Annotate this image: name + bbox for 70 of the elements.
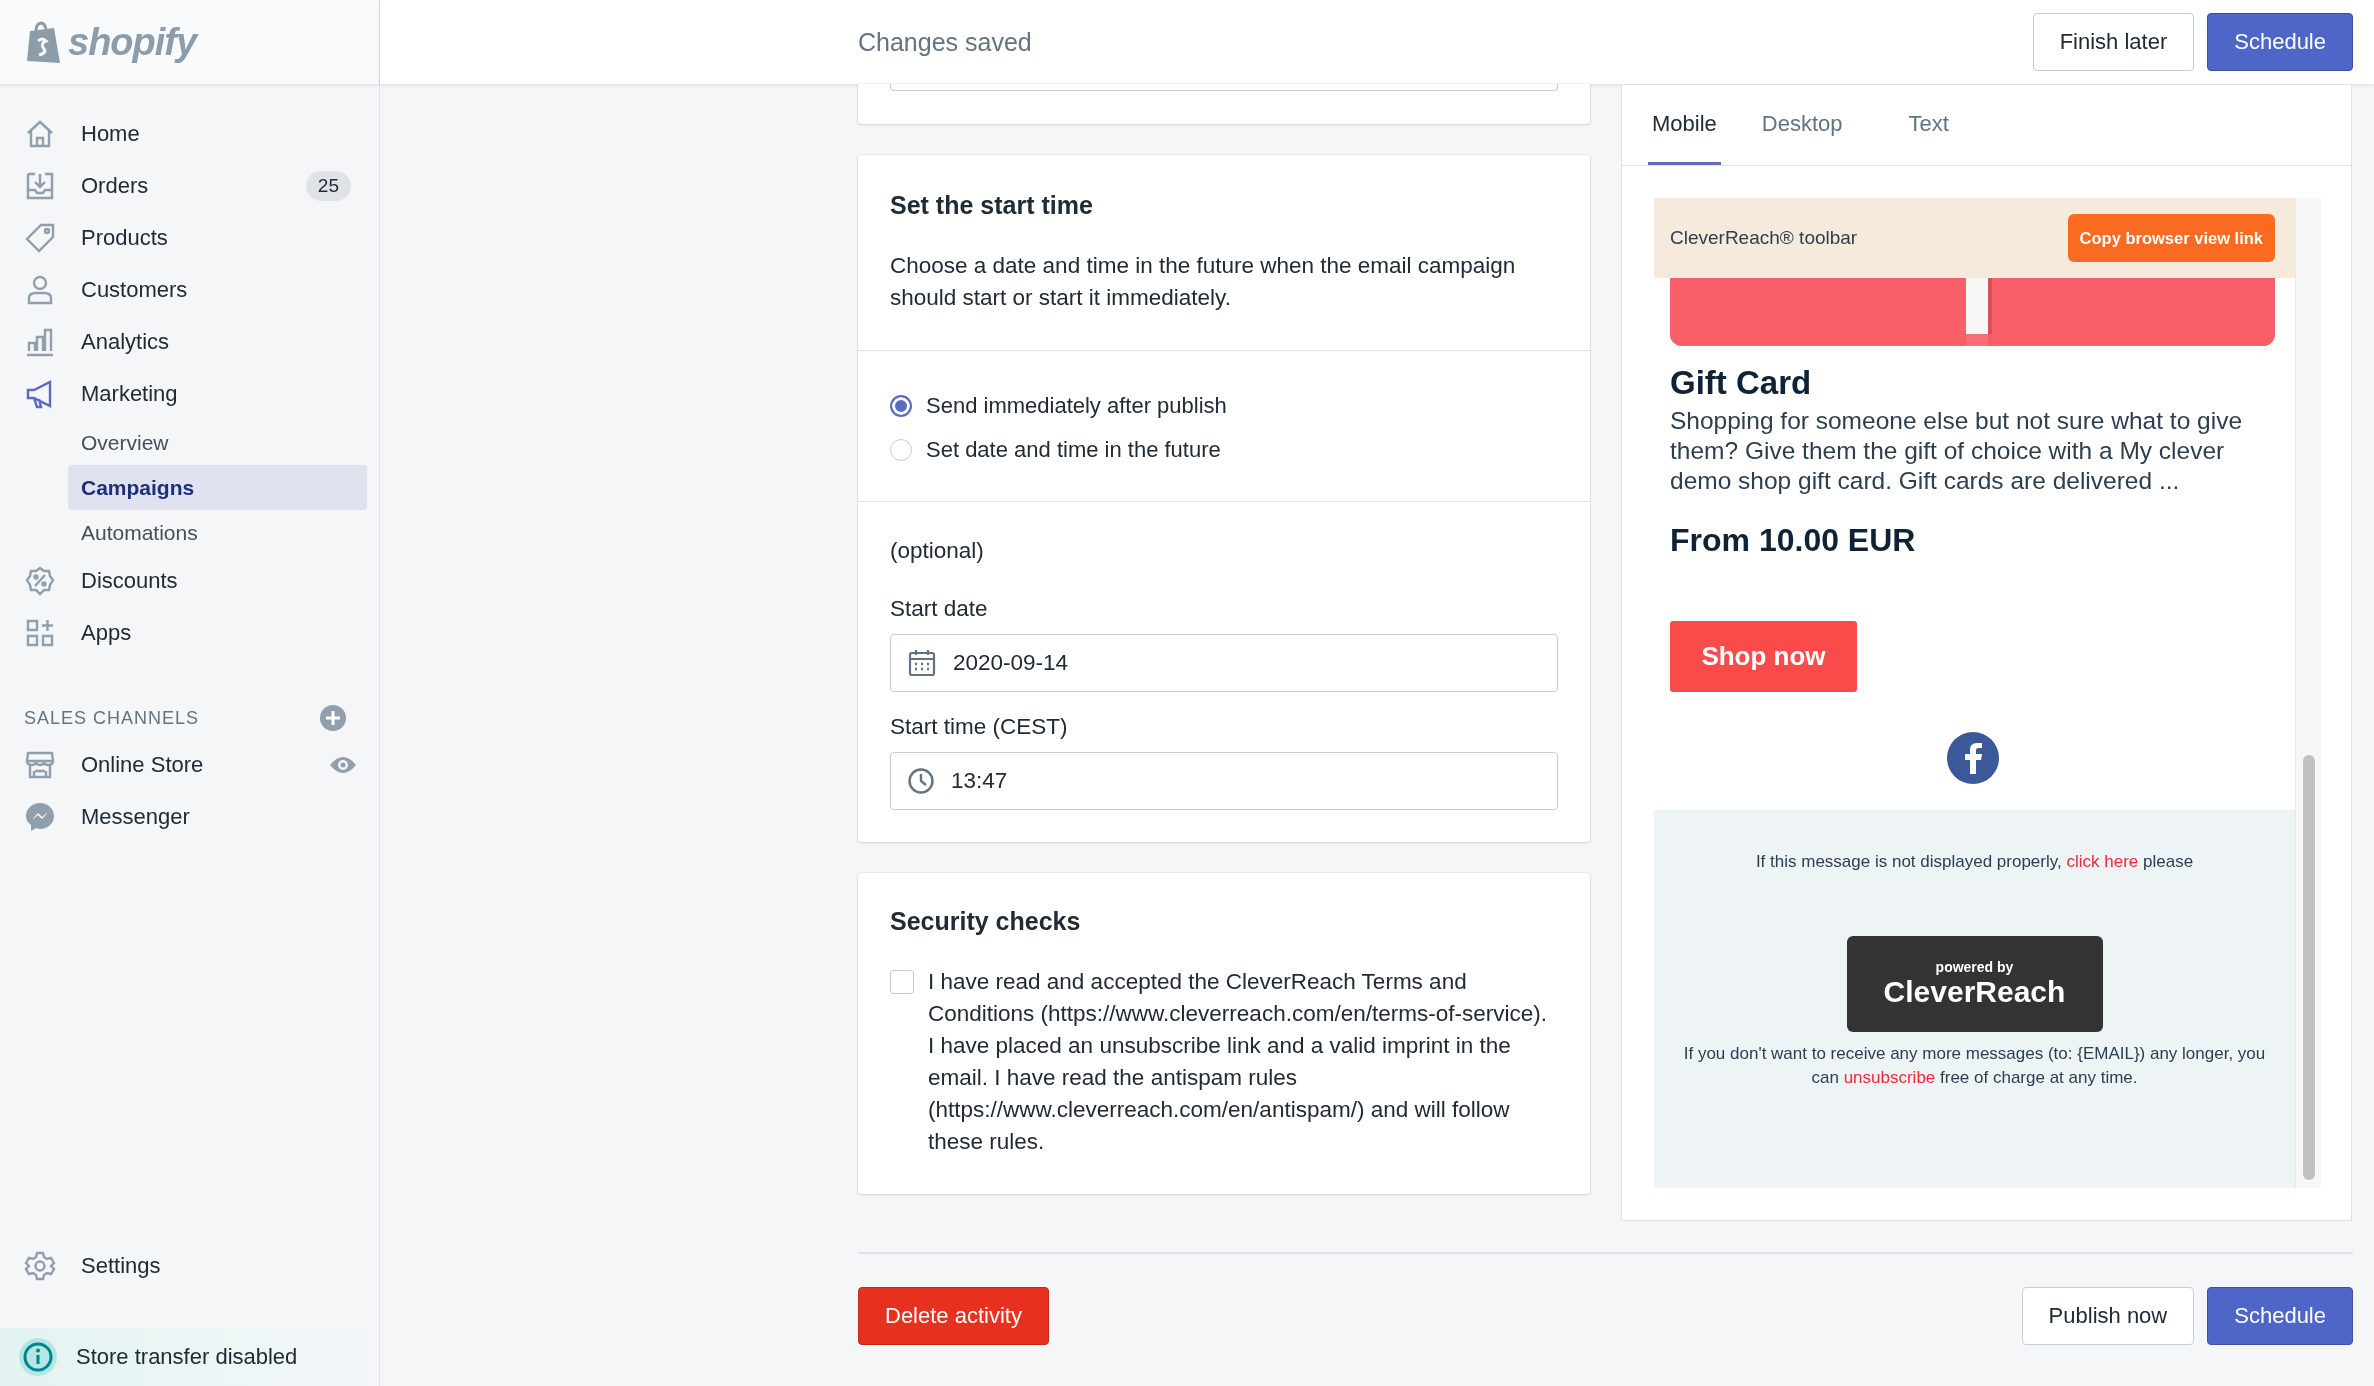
info-icon <box>18 1337 58 1377</box>
card-title: Security checks <box>890 907 1082 936</box>
gear-icon <box>24 1250 56 1282</box>
nav-item[interactable]: Online Store <box>0 739 379 791</box>
action-button[interactable]: Schedule <box>2207 1287 2353 1345</box>
nav-item[interactable]: Marketing <box>0 368 379 420</box>
nav-item[interactable]: Discounts <box>0 555 379 607</box>
display-note: If this message is not displayed properly, click here please <box>1755 851 2194 873</box>
nav-item[interactable]: Analytics <box>0 316 379 368</box>
nav-item[interactable]: Settings <box>0 1240 379 1292</box>
click-here-link[interactable]: click here <box>2066 852 2139 871</box>
eye-icon[interactable] <box>329 755 357 775</box>
checkbox[interactable] <box>890 970 914 994</box>
nav-label: Analytics <box>81 329 171 355</box>
logo-caption: powered by <box>1935 959 2014 975</box>
nav-label: Messenger <box>81 804 191 830</box>
nav-label: Settings <box>81 1253 162 1279</box>
clock-icon <box>907 767 935 795</box>
nav-label: Apps <box>81 620 133 646</box>
field-label: Start time (CEST) <box>890 714 1069 740</box>
nav-label: Discounts <box>81 568 179 594</box>
scrollbar-thumb[interactable] <box>2302 755 2315 1180</box>
nav-item[interactable]: Orders 25 <box>0 160 379 212</box>
product-description: Shopping for someone else but not sure what to give them? Give them the gift of choice with a My clever demo shop gift card. Gift cards are delivered ... <box>1670 406 2244 496</box>
nav-subitem[interactable]: Overview <box>68 420 367 465</box>
chat-bubble-icon <box>24 801 56 833</box>
section-heading: SALES CHANNELS <box>24 707 200 729</box>
tab[interactable]: Mobile <box>1648 85 1721 165</box>
nav-item[interactable]: Customers <box>0 264 379 316</box>
nav-subitem[interactable]: Automations <box>68 510 367 555</box>
nav-label: Home <box>81 121 141 147</box>
nav-item[interactable]: Apps <box>0 607 379 659</box>
product-title: Gift Card <box>1670 364 1813 402</box>
count-badge: 25 <box>305 171 351 201</box>
notice-text: Store transfer disabled <box>76 1344 299 1370</box>
storefront-icon <box>24 749 56 781</box>
nav-item[interactable]: Home <box>0 108 379 160</box>
toolbar-label: CleverReach® toolbar <box>1670 227 1858 249</box>
nav-item[interactable]: Messenger <box>0 791 379 843</box>
product-price: From 10.00 EUR <box>1670 522 1917 559</box>
action-button[interactable]: Schedule <box>2207 13 2353 71</box>
card-title: Set the start time <box>890 191 1094 220</box>
nav-item[interactable]: Products <box>0 212 379 264</box>
facebook-icon[interactable] <box>1946 732 1999 784</box>
card-description: Choose a date and time in the future when the email campaign should start or start it immediately. <box>890 252 1517 312</box>
action-button[interactable]: Delete activity <box>858 1287 1049 1345</box>
nav-subitem[interactable]: Campaigns <box>68 465 367 510</box>
action-button[interactable]: Finish later <box>2032 13 2195 71</box>
input-field[interactable]: 2020-09-14 <box>890 634 1558 692</box>
radio-option[interactable]: Send immediately after publish <box>890 393 1558 419</box>
radio-button[interactable] <box>890 395 912 417</box>
nav-label: Customers <box>81 277 189 303</box>
optional-note: (optional) <box>890 538 985 564</box>
action-button[interactable]: Publish now <box>2021 1287 2195 1345</box>
radio-option[interactable]: Set date and time in the future <box>890 437 1558 463</box>
add-icon[interactable] <box>320 705 346 731</box>
nav-label: Orders <box>81 173 150 199</box>
checkbox-label: I have read and accepted the CleverReach Terms and Conditions (https://www.cleverreach.com/en/terms-of-service). I have placed an unsubscribe link and a valid imprint in the email. I have read the antispam rules (https://www.cleverreach.com/en/antispam/) and will follow these rules. <box>928 968 1548 1156</box>
tab[interactable]: Desktop <box>1736 85 1868 165</box>
tab[interactable]: Text <box>1883 85 1974 165</box>
calendar-icon <box>907 648 937 678</box>
save-status: Changes saved <box>858 27 1032 57</box>
field-label: Start date <box>890 596 989 622</box>
unsubscribe-link[interactable]: unsubscribe <box>1843 1068 1936 1087</box>
input-field[interactable]: 13:47 <box>890 752 1558 810</box>
unsubscribe-note: If you don't want to receive any more messages (to: {EMAIL}) any longer, you can unsubscribe free of charge at any time. <box>1682 1043 2267 1089</box>
nav-label: Online Store <box>81 752 205 778</box>
logo-wordmark: CleverReach <box>1883 975 2066 1009</box>
nav-label: Products <box>81 225 169 251</box>
nav-label: Marketing <box>81 381 179 407</box>
